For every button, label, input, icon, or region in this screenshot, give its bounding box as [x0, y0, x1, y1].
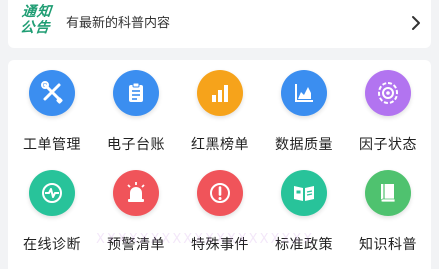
grid-item-label: 在线诊断	[23, 237, 81, 253]
clipboard-icon	[113, 70, 159, 116]
grid-item-warning-list[interactable]: 预警清单	[94, 170, 178, 269]
area-chart-icon	[281, 70, 327, 116]
grid-item-label: 特殊事件	[191, 237, 249, 253]
grid-item-label: 知识科普	[359, 237, 417, 253]
grid-item-label: 标准政策	[275, 237, 333, 253]
alarm-light-icon	[113, 170, 159, 216]
notice-badge: 通知 公告	[19, 4, 63, 38]
notice-text[interactable]: 有最新的科普内容	[66, 12, 170, 31]
grid-item-factor-status[interactable]: 因子状态	[346, 70, 430, 170]
grid-item-label: 电子台账	[107, 137, 165, 153]
grid-item-red-black-list[interactable]: 红黑榜单	[178, 70, 262, 170]
factor-icon	[365, 70, 411, 116]
notice-badge-line1: 通知	[21, 4, 53, 20]
grid-item-standards-policies[interactable]: 标准政策	[262, 170, 346, 269]
tools-icon	[29, 70, 75, 116]
grid-item-label: 工单管理	[23, 137, 81, 153]
grid-item-label: 红黑榜单	[191, 137, 249, 153]
chevron-right-icon[interactable]	[409, 14, 423, 32]
grid-item-data-quality[interactable]: 数据质量	[262, 70, 346, 170]
book-icon	[365, 170, 411, 216]
grid-item-work-orders[interactable]: 工单管理	[10, 70, 94, 170]
bar-chart-icon	[197, 70, 243, 116]
grid-item-label: 数据质量	[275, 137, 333, 153]
grid-item-label: 预警清单	[107, 237, 165, 253]
grid-item-label: 因子状态	[359, 137, 417, 153]
heartbeat-icon	[29, 170, 75, 216]
function-grid: 工单管理 电子台账 红黑榜单 数据质量 因子状态 在线诊断 预警清单 特殊事件 …	[8, 60, 431, 269]
grid-item-special-events[interactable]: 特殊事件	[178, 170, 262, 269]
grid-item-knowledge-popular-science[interactable]: 知识科普	[346, 170, 430, 269]
grid-item-online-diagnosis[interactable]: 在线诊断	[10, 170, 94, 269]
notice-bar[interactable]: 通知 公告 有最新的科普内容	[8, 0, 431, 48]
notice-badge-line2: 公告	[19, 20, 52, 36]
book-open-icon	[281, 170, 327, 216]
grid-item-e-ledger[interactable]: 电子台账	[94, 70, 178, 170]
exclamation-icon	[197, 170, 243, 216]
